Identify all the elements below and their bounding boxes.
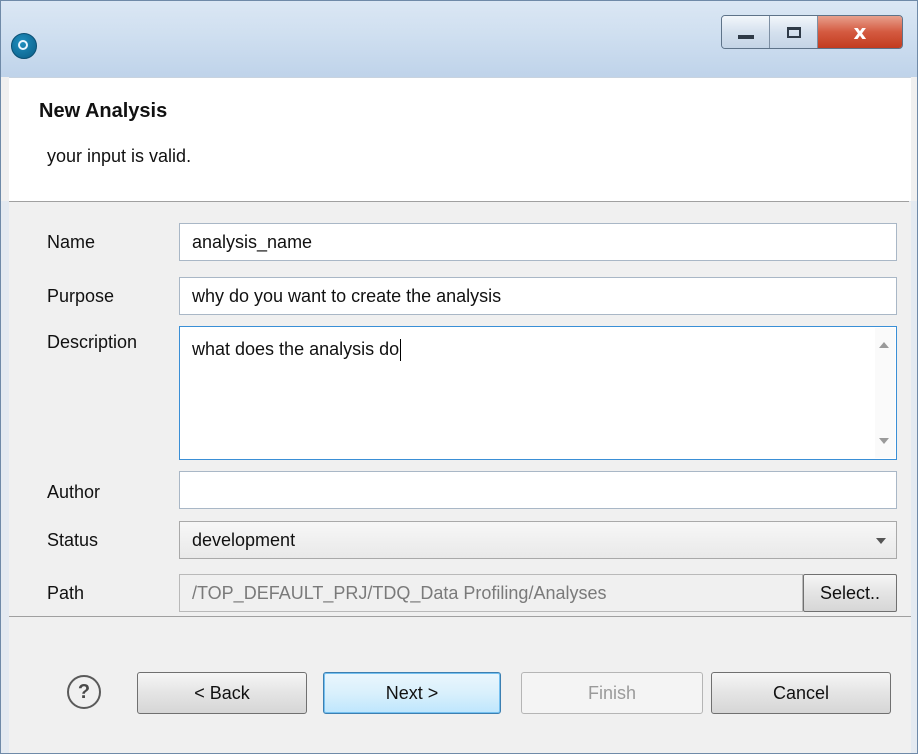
status-label: Status [47, 530, 99, 550]
name-label: Name [47, 232, 96, 252]
text-caret [400, 339, 402, 361]
description-label: Description [47, 332, 138, 352]
footer-divider [9, 616, 911, 617]
author-input[interactable] [179, 471, 897, 509]
scroll-down-icon[interactable] [879, 438, 889, 444]
description-scrollbar[interactable] [875, 328, 895, 458]
validation-message: your input is valid. [47, 146, 192, 166]
status-value: development [192, 529, 296, 550]
status-select[interactable]: development [179, 521, 897, 559]
wizard-form: Name analysis_name Purpose why do you wa… [9, 202, 911, 753]
window-controls: x [721, 15, 903, 49]
back-button[interactable]: < Back [137, 672, 307, 714]
description-textarea[interactable]: what does the analysis do [179, 326, 897, 460]
minimize-button[interactable] [722, 16, 770, 48]
scroll-up-icon[interactable] [879, 342, 889, 348]
author-label: Author [47, 482, 101, 502]
purpose-label: Purpose [47, 286, 115, 306]
title-bar[interactable]: x [1, 1, 917, 77]
window-border-left [1, 201, 9, 753]
new-analysis-dialog: x New Analysis your input is valid. Name… [0, 0, 918, 754]
wizard-header: New Analysis your input is valid. [9, 77, 911, 202]
finish-button[interactable]: Finish [521, 672, 703, 714]
description-text: what does the analysis do [192, 339, 400, 359]
maximize-icon [786, 26, 801, 38]
minimize-icon [737, 35, 754, 39]
name-input[interactable]: analysis_name [179, 223, 897, 261]
help-icon[interactable]: ? [67, 675, 101, 709]
select-path-button[interactable]: Select.. [803, 574, 897, 612]
page-title: New Analysis [39, 100, 168, 122]
cancel-button[interactable]: Cancel [711, 672, 891, 714]
close-icon: x [853, 20, 867, 44]
next-button[interactable]: Next > [323, 672, 501, 714]
path-input: /TOP_DEFAULT_PRJ/TDQ_Data Profiling/Anal… [179, 574, 803, 612]
maximize-button[interactable] [770, 16, 818, 48]
path-label: Path [47, 583, 85, 603]
talend-app-icon [11, 33, 37, 59]
chevron-down-icon [876, 538, 886, 544]
purpose-input[interactable]: why do you want to create the analysis [179, 277, 897, 315]
close-button[interactable]: x [818, 16, 902, 48]
